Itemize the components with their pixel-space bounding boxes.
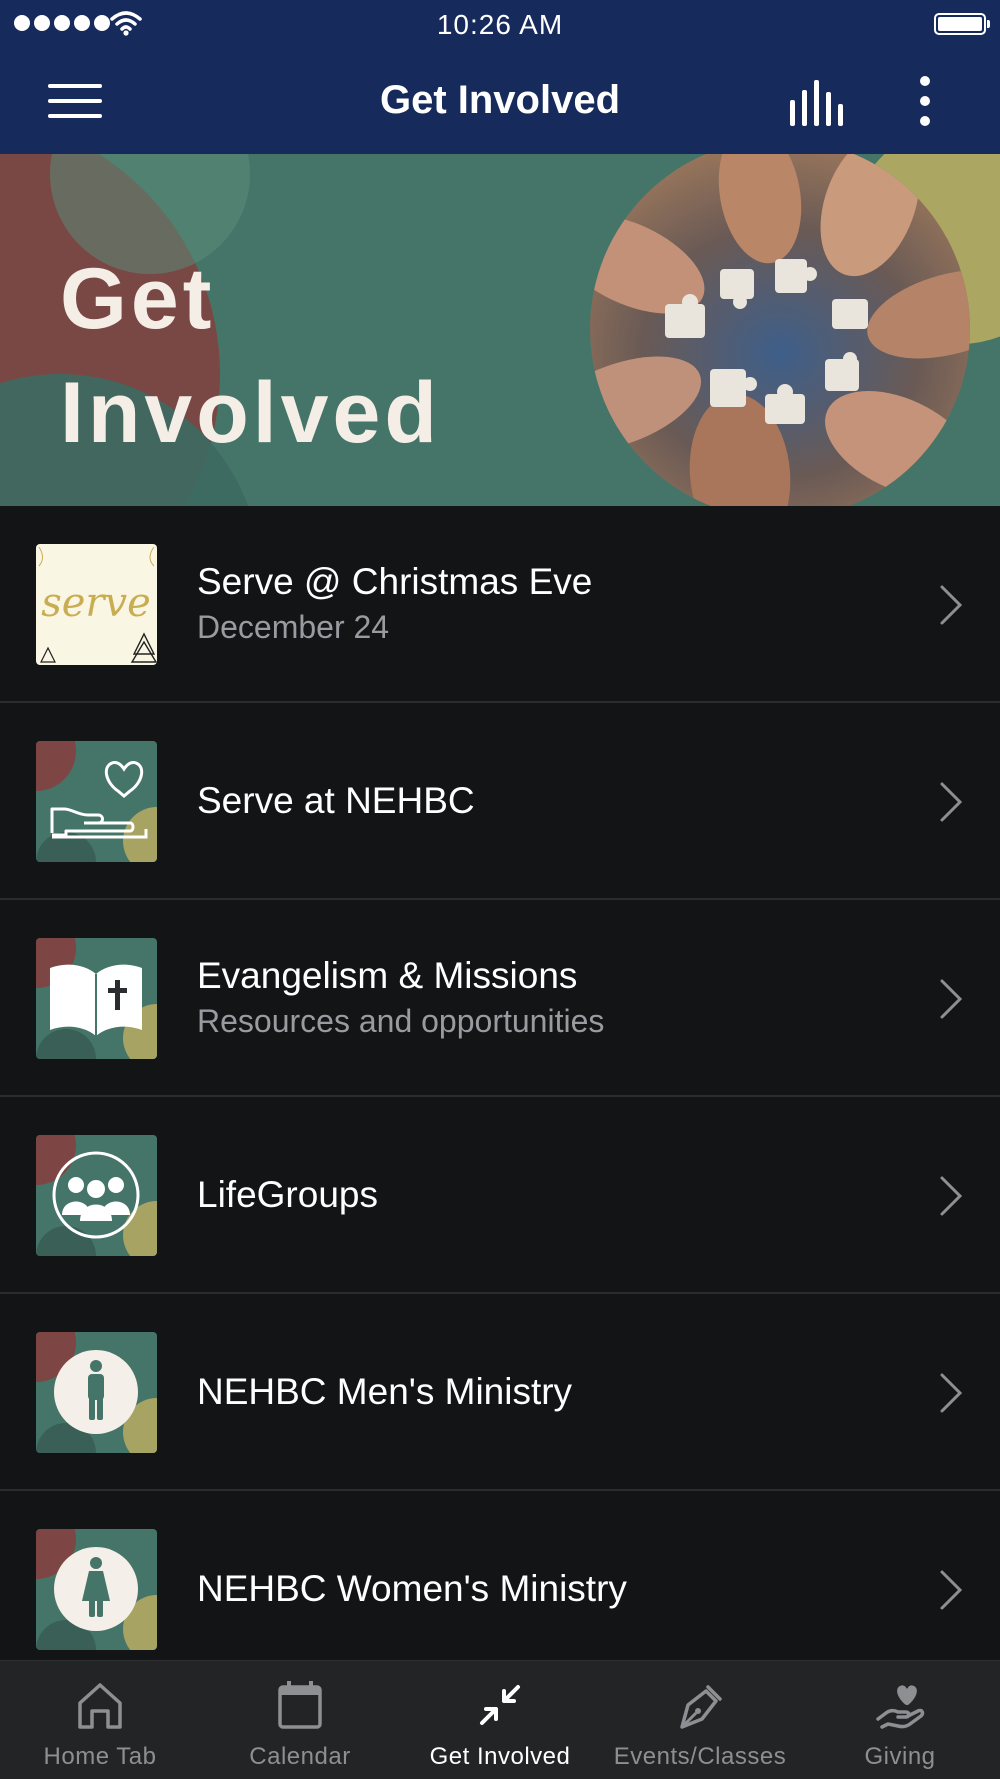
list-item-womens-ministry[interactable]: NEHBC Women's Ministry xyxy=(0,1491,1000,1688)
list-item-title: LifeGroups xyxy=(197,1173,378,1215)
list-item-title: Serve at NEHBC xyxy=(197,779,475,821)
tab-label: Giving xyxy=(864,1743,936,1770)
more-options-button[interactable] xyxy=(910,76,940,128)
stats-icon[interactable] xyxy=(788,80,848,126)
list-item-title: NEHBC Men's Ministry xyxy=(197,1370,573,1412)
chevron-right-icon xyxy=(940,585,963,625)
pen-nib-icon xyxy=(680,1685,722,1729)
tab-label: Events/Classes xyxy=(613,1743,787,1770)
list-item-title: Serve @ Christmas Eve xyxy=(197,560,593,602)
woman-icon xyxy=(36,1529,157,1650)
list-item-title: NEHBC Women's Ministry xyxy=(197,1567,627,1609)
man-icon xyxy=(36,1332,157,1453)
list-item-text: Evangelism & Missions Resources and oppo… xyxy=(197,900,880,1095)
group-people-icon xyxy=(36,1135,157,1256)
list-item-title: Evangelism & Missions xyxy=(197,954,578,996)
chevron-right-icon xyxy=(940,1176,963,1216)
home-icon xyxy=(78,1683,122,1729)
tab-get-involved[interactable]: Get Involved xyxy=(400,1661,600,1779)
tab-label: Get Involved xyxy=(429,1743,571,1770)
bottom-tab-bar: Home Tab Calendar Get Involved Events/Cl… xyxy=(0,1660,1000,1779)
tab-giving[interactable]: Giving xyxy=(800,1661,1000,1779)
list-item-serve-christmas-eve[interactable]: serve Serve @ Christmas Eve December 24 xyxy=(0,506,1000,703)
arrows-inward-icon xyxy=(480,1685,520,1725)
chevron-right-icon xyxy=(940,1373,963,1413)
status-bar: 10:26 AM xyxy=(0,0,1000,50)
app-bar: Get Involved xyxy=(0,50,1000,154)
tab-label: Home Tab xyxy=(43,1743,157,1770)
puzzle-hands-photo xyxy=(590,154,970,506)
hand-heart-icon xyxy=(876,1685,925,1729)
thumb-serve-text: serve xyxy=(41,580,151,626)
battery-icon xyxy=(934,13,990,35)
tab-events-classes[interactable]: Events/Classes xyxy=(600,1661,800,1779)
get-involved-list: serve Serve @ Christmas Eve December 24 xyxy=(0,506,1000,1688)
list-item-text: LifeGroups xyxy=(197,1097,880,1292)
banner-heading-line2: Involved xyxy=(60,365,441,461)
page-title: Get Involved xyxy=(379,78,621,122)
tab-label: Calendar xyxy=(249,1743,351,1770)
list-item-text: Serve @ Christmas Eve December 24 xyxy=(197,506,880,701)
tab-home[interactable]: Home Tab xyxy=(0,1661,200,1779)
banner-heading-line1: Get xyxy=(60,251,216,347)
chevron-right-icon xyxy=(940,782,963,822)
list-item-mens-ministry[interactable]: NEHBC Men's Ministry xyxy=(0,1294,1000,1491)
chevron-right-icon xyxy=(940,1570,963,1610)
get-involved-banner: Get Involved xyxy=(0,154,1000,506)
list-item-subtitle: Resources and opportunities xyxy=(197,1002,605,1039)
chevron-right-icon xyxy=(940,979,963,1019)
serve-christmas-thumbnail: serve xyxy=(36,544,157,665)
list-item-evangelism-missions[interactable]: Evangelism & Missions Resources and oppo… xyxy=(0,900,1000,1097)
hand-heart-icon xyxy=(36,741,157,862)
list-item-lifegroups[interactable]: LifeGroups xyxy=(0,1097,1000,1294)
calendar-icon xyxy=(278,1681,322,1729)
bible-cross-icon xyxy=(36,938,157,1059)
status-time: 10:26 AM xyxy=(436,9,564,40)
list-item-serve-at-nehbc[interactable]: Serve at NEHBC xyxy=(0,703,1000,900)
list-item-subtitle: December 24 xyxy=(197,608,390,645)
banner-heading: Get Involved xyxy=(60,242,441,470)
list-item-text: NEHBC Men's Ministry xyxy=(197,1294,880,1489)
list-item-text: Serve at NEHBC xyxy=(197,703,880,898)
tab-calendar[interactable]: Calendar xyxy=(200,1661,400,1779)
list-item-text: NEHBC Women's Ministry xyxy=(197,1491,880,1686)
